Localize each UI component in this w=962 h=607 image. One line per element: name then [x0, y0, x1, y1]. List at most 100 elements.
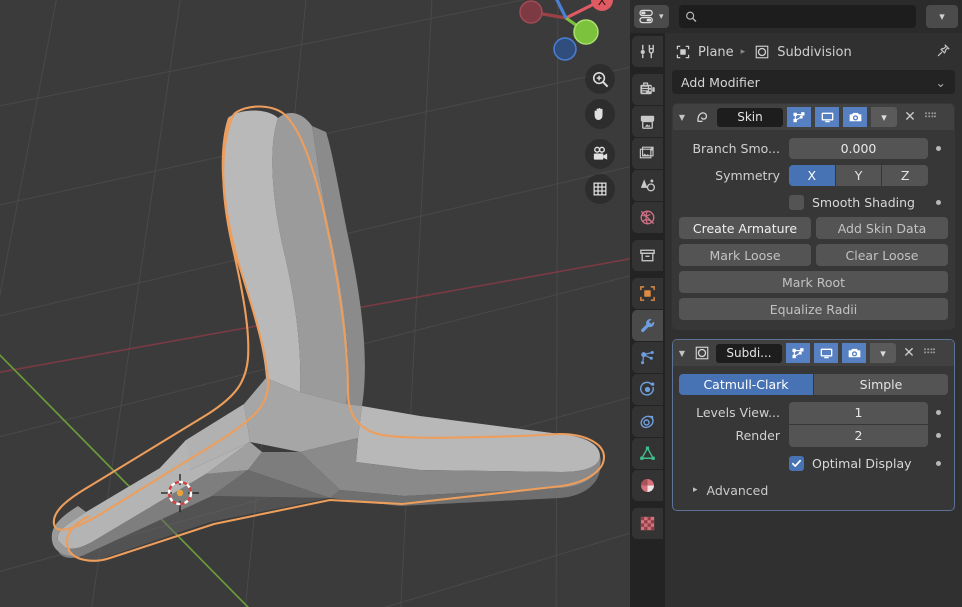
sidebar-item-physics[interactable]	[632, 374, 663, 405]
modifier-name-field[interactable]: Subdi...	[716, 343, 782, 363]
smooth-shading-checkbox[interactable]	[789, 195, 804, 210]
animate-decorator[interactable]	[928, 461, 948, 466]
mesh-shading	[51, 110, 601, 561]
equalize-radii-button[interactable]: Equalize Radii	[679, 298, 948, 320]
sidebar-item-object[interactable]	[632, 278, 663, 309]
search-icon	[685, 11, 696, 22]
sidebar-item-output[interactable]	[632, 106, 663, 137]
search-input-wrapper[interactable]	[678, 5, 916, 28]
3d-viewport[interactable]: X	[0, 0, 630, 607]
levels-viewport-label: Levels View...	[696, 405, 780, 420]
modifier-header[interactable]: ▼ Subdi... ▾ ✕	[673, 340, 954, 366]
expand-triangle-icon[interactable]: ▼	[676, 349, 688, 358]
modifier-extras-menu[interactable]: ▾	[871, 107, 897, 127]
breadcrumb-modifier-name[interactable]: Subdivision	[777, 45, 852, 60]
modifier-header[interactable]: ▼ Skin ▾ ✕	[673, 104, 954, 130]
modifier-body: Catmull-Clark Simple Levels View... 1 Re…	[673, 366, 954, 510]
sidebar-item-tool[interactable]	[632, 36, 663, 67]
gizmo-axis-z-neg	[553, 37, 577, 61]
edit-mode-toggle[interactable]	[786, 343, 810, 363]
symmetry-y-toggle[interactable]: Y	[835, 165, 882, 186]
symmetry-z-toggle[interactable]: Z	[882, 165, 929, 186]
3d-cursor	[161, 474, 199, 512]
catmull-clark-button[interactable]: Catmull-Clark	[679, 373, 813, 395]
chevron-down-icon: ▾	[880, 346, 886, 360]
sidebar-item-modifiers[interactable]	[632, 310, 663, 341]
animate-decorator[interactable]	[928, 433, 948, 438]
skin-ops-row-2: Mark Loose Clear Loose	[679, 244, 948, 266]
sidebar-item-texture[interactable]	[632, 508, 663, 539]
properties-header: ▾ ▾	[630, 0, 962, 33]
grip-dots-icon[interactable]	[924, 110, 936, 125]
modifier-extras-menu[interactable]: ▾	[870, 343, 896, 363]
gizmo-axis-y-pos	[573, 19, 599, 45]
sidebar-item-render[interactable]	[632, 74, 663, 105]
realtime-display-toggle[interactable]	[814, 343, 838, 363]
edit-mode-toggle[interactable]	[787, 107, 811, 127]
simple-button[interactable]: Simple	[814, 373, 948, 395]
search-input[interactable]	[702, 9, 910, 24]
sidebar-item-world[interactable]	[632, 202, 663, 233]
levels-viewport-row: Levels View... 1	[679, 401, 948, 424]
sidebar-item-constraints[interactable]	[632, 406, 663, 437]
mark-loose-button[interactable]: Mark Loose	[679, 244, 811, 266]
editor-type-selector[interactable]: ▾	[634, 5, 669, 28]
optimal-display-checkbox[interactable]	[789, 456, 804, 471]
render-toggle[interactable]	[842, 343, 866, 363]
symmetry-label: Symmetry	[715, 168, 780, 183]
add-skin-data-button[interactable]: Add Skin Data	[816, 217, 948, 239]
animate-decorator[interactable]	[928, 146, 948, 151]
subdivision-type-row: Catmull-Clark Simple	[679, 373, 948, 395]
navigation-gizmo[interactable]: X	[500, 0, 630, 72]
modifier-name-field[interactable]: Skin	[717, 107, 783, 127]
branch-smoothing-field[interactable]: 0.000	[789, 138, 928, 159]
properties-editor: ▾ ▾ Plane ▸ Subdivision Add Modifier ⌄ ▼…	[630, 0, 962, 607]
animate-decorator[interactable]	[928, 200, 948, 205]
blender-window: X ▾ ▾ Plane ▸ Subdivision Add Modifier ⌄…	[0, 0, 962, 607]
sidebar-item-particles[interactable]	[632, 342, 663, 373]
smooth-shading-label: Smooth Shading	[812, 195, 915, 210]
add-modifier-label: Add Modifier	[681, 74, 760, 90]
pin-icon[interactable]	[935, 42, 952, 63]
sidebar-item-collection[interactable]	[632, 240, 663, 271]
realtime-display-toggle[interactable]	[815, 107, 839, 127]
sidebar-item-material[interactable]	[632, 470, 663, 501]
optimal-display-row: Optimal Display	[679, 452, 948, 475]
add-modifier-button[interactable]: Add Modifier ⌄	[672, 70, 955, 94]
advanced-label: Advanced	[706, 482, 769, 498]
grip-dots-icon[interactable]	[923, 346, 935, 361]
branch-smoothing-row: Branch Smo... 0.000	[679, 137, 948, 160]
render-levels-field[interactable]: 2	[789, 424, 928, 447]
render-levels-label: Render	[735, 428, 780, 443]
symmetry-x-toggle[interactable]: X	[789, 165, 835, 186]
branch-smoothing-label: Branch Smo...	[692, 141, 780, 156]
remove-modifier-button[interactable]: ✕	[901, 109, 919, 125]
modifier-body: Branch Smo... 0.000 Symmetry X Y Z Smoot…	[673, 130, 954, 329]
properties-content: Plane ▸ Subdivision Add Modifier ⌄ ▼ Ski…	[665, 33, 962, 607]
modifier-circle-icon	[754, 44, 770, 60]
render-levels-row: Render 2	[679, 424, 948, 447]
sidebar-item-scene[interactable]	[632, 170, 663, 201]
clear-loose-button[interactable]: Clear Loose	[816, 244, 948, 266]
mark-root-button[interactable]: Mark Root	[679, 271, 948, 293]
hand-pan-icon[interactable]	[585, 99, 615, 129]
modifier-circle-icon	[694, 345, 710, 361]
levels-viewport-field[interactable]: 1	[789, 401, 928, 424]
object-square-icon	[675, 44, 691, 60]
header-options-button[interactable]: ▾	[926, 5, 958, 28]
remove-modifier-button[interactable]: ✕	[900, 345, 918, 361]
create-armature-button[interactable]: Create Armature	[679, 217, 811, 239]
advanced-section-toggle[interactable]: ▸ Advanced	[679, 478, 948, 502]
sidebar-item-view-layer[interactable]	[632, 138, 663, 169]
expand-triangle-icon[interactable]: ▼	[676, 113, 688, 122]
symmetry-row: Symmetry X Y Z	[679, 164, 948, 187]
render-toggle[interactable]	[843, 107, 867, 127]
camera-icon[interactable]	[585, 139, 615, 169]
zoom-icon[interactable]	[585, 64, 615, 94]
chevron-down-icon: ▾	[659, 11, 664, 22]
animate-decorator[interactable]	[928, 410, 948, 415]
grid-icon[interactable]	[585, 174, 615, 204]
mesh-object-plane[interactable]	[0, 0, 630, 607]
sidebar-item-data[interactable]	[632, 438, 663, 469]
breadcrumb-object-name[interactable]: Plane	[698, 45, 734, 60]
